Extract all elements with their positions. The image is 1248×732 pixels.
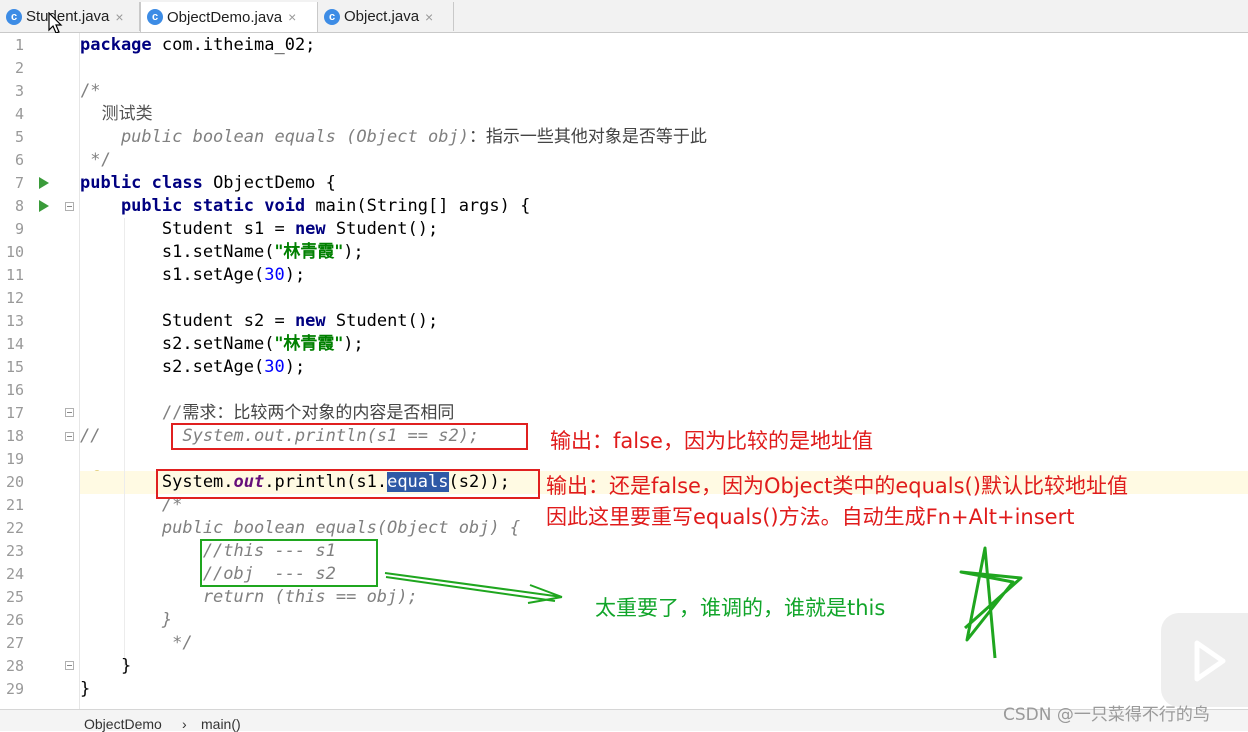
code-line-29[interactable]: } bbox=[80, 678, 90, 701]
line-number: 10 bbox=[5, 243, 24, 261]
line-number: 29 bbox=[5, 680, 24, 698]
editor-tab-bar: c Student.java × c ObjectDemo.java × c O… bbox=[0, 0, 1248, 33]
line-number: 22 bbox=[5, 519, 24, 537]
run-icon[interactable] bbox=[38, 176, 50, 190]
annotation-note-false-address: 输出：false，因为比较的是地址值 bbox=[550, 429, 873, 453]
code-line-17[interactable]: //需求：比较两个对象的内容是否相同 bbox=[80, 402, 454, 425]
line-number: 8 bbox=[14, 197, 24, 215]
line-number: 6 bbox=[14, 151, 24, 169]
line-number: 13 bbox=[5, 312, 24, 330]
line-number: 27 bbox=[5, 634, 24, 652]
annotation-note-who-calls-is-this: 太重要了，谁调的，谁就是this bbox=[595, 596, 886, 620]
line-number: 15 bbox=[5, 358, 24, 376]
line-number: 12 bbox=[5, 289, 24, 307]
annotation-box-line18 bbox=[171, 423, 528, 450]
class-icon: c bbox=[324, 8, 340, 25]
line-number: 16 bbox=[5, 381, 24, 399]
code-line-5[interactable]: public boolean equals (Object obj)：指示一些其… bbox=[80, 126, 707, 149]
code-line-26[interactable]: } bbox=[80, 609, 172, 632]
code-line-6[interactable]: */ bbox=[80, 149, 110, 172]
close-icon[interactable]: × bbox=[115, 9, 123, 25]
play-icon bbox=[1194, 640, 1226, 682]
close-icon[interactable]: × bbox=[425, 9, 433, 25]
code-line-13[interactable]: Student s2 = new Student(); bbox=[80, 310, 438, 333]
line-number: 3 bbox=[14, 82, 24, 100]
line-number: 4 bbox=[14, 105, 24, 123]
tab-student-java[interactable]: c Student.java × bbox=[0, 2, 140, 31]
line-number: 14 bbox=[5, 335, 24, 353]
line-number: 24 bbox=[5, 565, 24, 583]
line-number: 5 bbox=[14, 128, 24, 146]
code-line-8[interactable]: public static void main(String[] args) { bbox=[80, 195, 530, 218]
code-line-3[interactable]: /* bbox=[80, 80, 100, 103]
line-number: 28 bbox=[5, 657, 24, 675]
code-line-28[interactable]: } bbox=[80, 655, 131, 678]
code-line-4[interactable]: 测试类 bbox=[80, 103, 153, 126]
code-line-9[interactable]: Student s1 = new Student(); bbox=[80, 218, 438, 241]
code-line-27[interactable]: */ bbox=[80, 632, 192, 655]
annotation-box-line20 bbox=[156, 469, 540, 499]
tab-label: ObjectDemo.java bbox=[167, 8, 283, 26]
fold-icon[interactable] bbox=[65, 661, 74, 670]
fold-icon[interactable] bbox=[65, 408, 74, 417]
class-icon: c bbox=[6, 8, 22, 25]
line-number: 7 bbox=[14, 174, 24, 192]
annotation-box-this-obj bbox=[200, 539, 378, 587]
annotation-note-override-equals: 因此这里要重写equals()方法。自动生成Fn+Alt+insert bbox=[546, 505, 1075, 529]
code-line-25[interactable]: return (this == obj); bbox=[80, 586, 418, 609]
line-number: 17 bbox=[5, 404, 24, 422]
fold-icon[interactable] bbox=[65, 202, 74, 211]
code-line-11[interactable]: s1.setAge(30); bbox=[80, 264, 305, 287]
line-number: 23 bbox=[5, 542, 24, 560]
star-doodle-icon bbox=[959, 546, 1023, 659]
class-icon: c bbox=[147, 9, 163, 25]
line-number: 11 bbox=[5, 266, 24, 284]
line-number: 26 bbox=[5, 611, 24, 629]
line-number: 25 bbox=[5, 588, 24, 606]
line-number: 21 bbox=[5, 496, 24, 514]
line-number: 18 bbox=[5, 427, 24, 445]
tab-objectdemo-java[interactable]: c ObjectDemo.java × bbox=[140, 2, 318, 32]
run-icon[interactable] bbox=[38, 199, 50, 213]
line-number: 20 bbox=[5, 473, 24, 491]
tab-label: Object.java bbox=[344, 8, 420, 25]
tab-object-java[interactable]: c Object.java × bbox=[318, 2, 454, 31]
line-number: 2 bbox=[14, 59, 24, 77]
line-number: 9 bbox=[14, 220, 24, 238]
video-play-button[interactable] bbox=[1161, 613, 1248, 707]
code-line-7[interactable]: public class ObjectDemo { bbox=[80, 172, 336, 195]
tab-label: Student.java bbox=[26, 8, 110, 25]
code-line-10[interactable]: s1.setName("林青霞"); bbox=[80, 241, 364, 264]
annotation-note-equals-default: 输出：还是false，因为Object类中的equals()默认比较地址值 bbox=[546, 474, 1128, 498]
watermark: CSDN @一只菜得不行的鸟 bbox=[1003, 705, 1210, 725]
close-icon[interactable]: × bbox=[288, 9, 296, 25]
code-line-14[interactable]: s2.setName("林青霞"); bbox=[80, 333, 364, 356]
fold-icon[interactable] bbox=[65, 432, 74, 441]
line-number: 1 bbox=[14, 36, 24, 54]
code-line-1[interactable]: package com.itheima_02; bbox=[80, 34, 315, 57]
code-line-15[interactable]: s2.setAge(30); bbox=[80, 356, 305, 379]
code-line-22[interactable]: public boolean equals(Object obj) { bbox=[80, 517, 520, 540]
green-arrow-icon bbox=[384, 572, 563, 604]
line-number: 19 bbox=[5, 450, 24, 468]
